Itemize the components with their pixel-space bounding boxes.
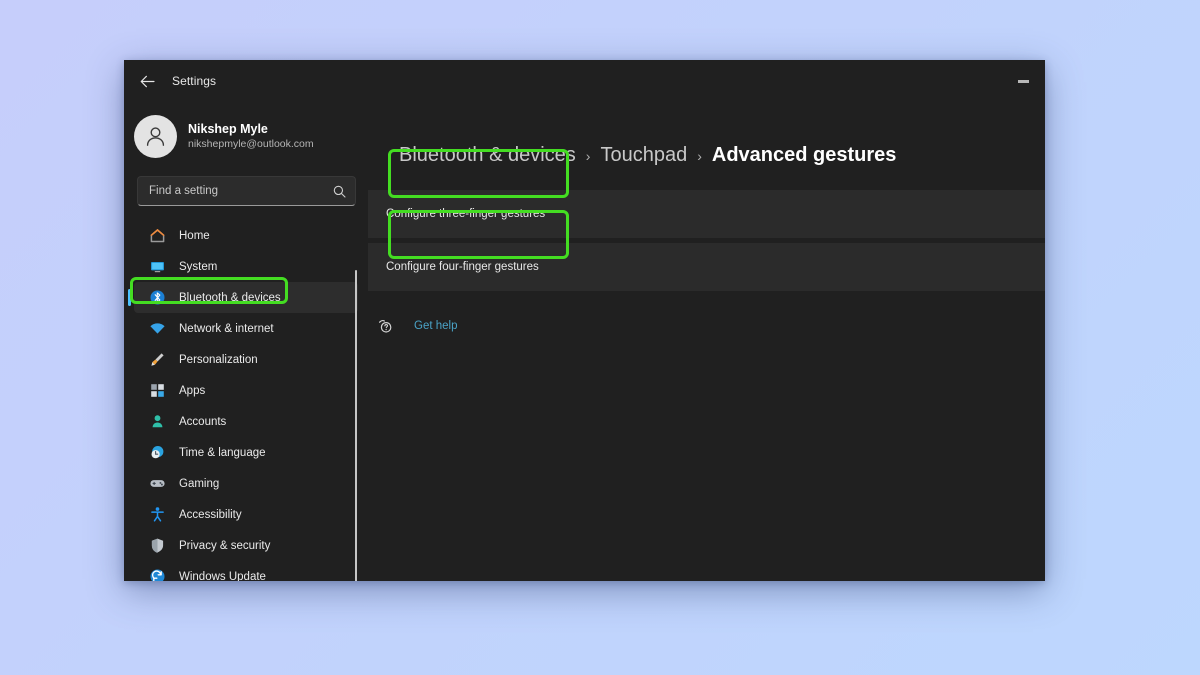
get-help-row[interactable]: Get help <box>368 315 1045 337</box>
sidebar-item-label: Bluetooth & devices <box>179 292 281 304</box>
sidebar-item-bluetooth-and-devices[interactable]: Bluetooth & devices <box>134 282 358 313</box>
title-bar: Settings <box>124 60 1045 102</box>
sidebar-item-label: Gaming <box>179 478 219 490</box>
sidebar-item-label: Time & language <box>179 447 266 459</box>
get-help-link[interactable]: Get help <box>414 320 457 332</box>
account-text: Nikshep Myle nikshepmyle@outlook.com <box>188 121 314 151</box>
sidebar-item-apps[interactable]: Apps <box>134 375 358 406</box>
accessibility-person-icon <box>148 506 166 524</box>
sidebar-item-label: Personalization <box>179 354 258 366</box>
settings-window: Settings Nikshep Myle nikshepmyle@o <box>124 60 1045 581</box>
avatar <box>134 115 177 158</box>
sidebar-item-label: Accessibility <box>179 509 242 521</box>
settings-row-four-finger-gestures[interactable]: Configure four-finger gestures <box>368 243 1045 291</box>
sidebar-item-label: Home <box>179 230 210 242</box>
sidebar-scrollbar[interactable] <box>355 270 357 581</box>
sidebar: Nikshep Myle nikshepmyle@outlook.com <box>124 102 368 581</box>
breadcrumb-separator-icon: › <box>697 148 702 164</box>
sidebar-item-label: System <box>179 261 217 273</box>
sidebar-nav-list: Home System <box>124 220 368 581</box>
clock-globe-icon <box>148 444 166 462</box>
shield-icon <box>148 537 166 555</box>
settings-row-label: Configure three-finger gestures <box>386 208 545 220</box>
sidebar-item-network-and-internet[interactable]: Network & internet <box>134 313 358 344</box>
window-controls <box>1001 60 1045 102</box>
help-question-icon <box>374 317 396 335</box>
home-icon <box>148 227 166 245</box>
person-avatar-icon <box>143 124 168 149</box>
sidebar-item-home[interactable]: Home <box>134 220 358 251</box>
breadcrumb-item-bluetooth-and-devices[interactable]: Bluetooth & devices <box>399 144 576 167</box>
apps-grid-icon <box>148 382 166 400</box>
sidebar-item-accessibility[interactable]: Accessibility <box>134 499 358 530</box>
sidebar-item-privacy-and-security[interactable]: Privacy & security <box>134 530 358 561</box>
wifi-icon <box>148 320 166 338</box>
settings-rows: Configure three-finger gestures Configur… <box>368 190 1045 291</box>
sidebar-item-personalization[interactable]: Personalization <box>134 344 358 375</box>
gamepad-icon <box>148 475 166 493</box>
main-content: Bluetooth & devices › Touchpad › Advance… <box>368 102 1045 581</box>
person-icon <box>148 413 166 431</box>
paintbrush-icon <box>148 351 166 369</box>
minimize-icon <box>1018 80 1029 83</box>
breadcrumb-item-advanced-gestures: Advanced gestures <box>712 144 897 167</box>
sidebar-item-gaming[interactable]: Gaming <box>134 468 358 499</box>
sidebar-item-label: Apps <box>179 385 205 397</box>
monitor-icon <box>148 258 166 276</box>
breadcrumb-separator-icon: › <box>586 148 591 164</box>
breadcrumb: Bluetooth & devices › Touchpad › Advance… <box>368 102 1045 190</box>
sidebar-item-label: Privacy & security <box>179 540 270 552</box>
search-input[interactable] <box>149 185 333 197</box>
sidebar-item-accounts[interactable]: Accounts <box>134 406 358 437</box>
window-body: Nikshep Myle nikshepmyle@outlook.com <box>124 102 1045 581</box>
breadcrumb-item-touchpad[interactable]: Touchpad <box>600 144 687 167</box>
sidebar-item-label: Network & internet <box>179 323 274 335</box>
back-button[interactable] <box>131 66 163 96</box>
search-box[interactable] <box>137 176 356 206</box>
bluetooth-icon <box>148 289 166 307</box>
sidebar-item-system[interactable]: System <box>134 251 358 282</box>
update-refresh-icon <box>148 568 166 582</box>
settings-row-three-finger-gestures[interactable]: Configure three-finger gestures <box>368 190 1045 238</box>
titlebar-title: Settings <box>172 74 216 88</box>
minimize-button[interactable] <box>1001 65 1045 97</box>
sidebar-item-time-and-language[interactable]: Time & language <box>134 437 358 468</box>
settings-row-label: Configure four-finger gestures <box>386 261 539 273</box>
search-glyph-icon <box>333 185 346 198</box>
sidebar-item-label: Accounts <box>179 416 226 428</box>
account-name: Nikshep Myle <box>188 121 314 137</box>
back-arrow-icon <box>140 75 155 88</box>
search-icon[interactable] <box>333 185 346 198</box>
sidebar-item-windows-update[interactable]: Windows Update <box>134 561 358 581</box>
account-email: nikshepmyle@outlook.com <box>188 137 314 151</box>
account-block[interactable]: Nikshep Myle nikshepmyle@outlook.com <box>124 102 368 164</box>
sidebar-item-label: Windows Update <box>179 571 266 582</box>
